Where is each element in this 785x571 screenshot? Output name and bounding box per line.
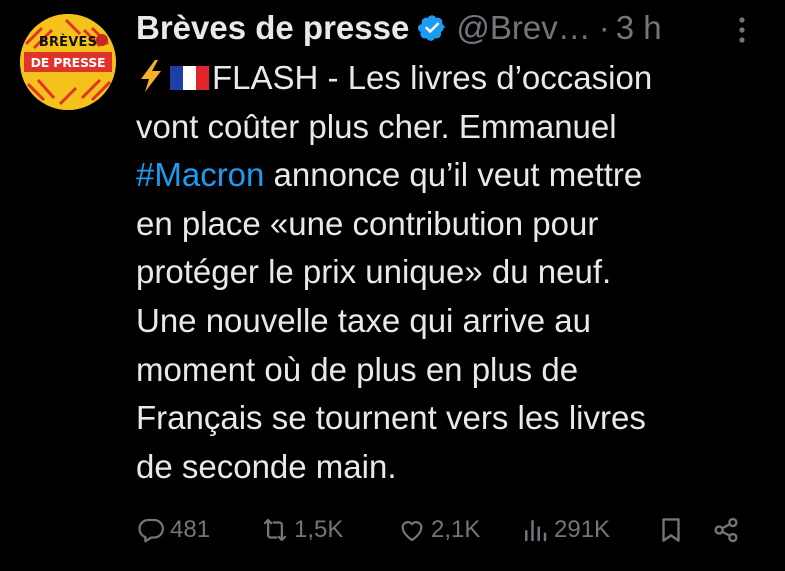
repost-button[interactable]: 1,5K xyxy=(260,506,343,554)
tweet-line-6: Une nouvelle taxe qui arrive au xyxy=(136,301,591,339)
separator-dot: · xyxy=(598,9,610,46)
tweet-line-3: #Macron annonce qu’il veut mettre xyxy=(136,151,776,200)
tweet-line-7: moment où de plus en plus de xyxy=(136,350,579,388)
views-button[interactable]: 291K xyxy=(520,506,610,554)
author-handle[interactable]: @Brev… xyxy=(456,9,590,47)
repost-count: 1,5K xyxy=(294,516,344,543)
tweet-line-1-text: FLASH - Les livres d’occasion xyxy=(212,59,653,96)
tweet[interactable]: BRÈVES DE PRESSE Brèves de presse @Brev…… xyxy=(0,0,785,571)
more-options-button[interactable] xyxy=(734,12,750,48)
share-button[interactable] xyxy=(711,506,741,554)
action-bar: 481 1,5K 2,1K 291K xyxy=(0,506,785,554)
tweet-header: Brèves de presse @Brev… · 3 h xyxy=(136,6,756,50)
tweet-text: FLASH - Les livres d’occasion vont coûte… xyxy=(136,54,776,491)
bookmark-button[interactable] xyxy=(656,506,686,554)
tweet-line-4: en place «une contribution pour xyxy=(136,204,599,242)
avatar-text-bottom: DE PRESSE xyxy=(30,55,106,70)
lightning-emoji xyxy=(141,60,161,92)
reply-icon xyxy=(138,518,164,543)
views-chart-icon xyxy=(525,520,547,542)
view-count: 291K xyxy=(554,516,611,543)
tweet-line-3-text: annonce qu’il veut mettre xyxy=(264,156,643,194)
verified-badge-icon[interactable] xyxy=(417,13,447,43)
avatar-text-top: BRÈVES xyxy=(38,35,98,50)
tweet-line-9: de seconde main. xyxy=(136,447,397,485)
reply-button[interactable]: 481 xyxy=(136,506,210,554)
reply-count: 481 xyxy=(170,516,211,543)
timestamp[interactable]: 3 h xyxy=(616,9,662,47)
heart-icon xyxy=(401,521,423,542)
tweet-line-2: vont coûter plus cher. Emmanuel xyxy=(136,107,617,145)
more-vertical-icon xyxy=(739,17,745,43)
like-button[interactable]: 2,1K xyxy=(397,506,480,554)
france-flag-emoji xyxy=(170,66,209,90)
share-icon xyxy=(714,517,738,543)
tweet-line-1: FLASH - Les livres d’occasion xyxy=(136,54,776,103)
repost-icon xyxy=(263,518,287,542)
tweet-line-5: protéger le prix unique» du neuf. xyxy=(136,253,612,291)
like-count: 2,1K xyxy=(431,516,481,543)
hashtag-link[interactable]: #Macron xyxy=(136,156,264,193)
tweet-line-8: Français se tournent vers les livres xyxy=(136,399,646,437)
bookmark-icon xyxy=(662,518,680,542)
avatar[interactable]: BRÈVES DE PRESSE xyxy=(20,14,116,110)
author-name[interactable]: Brèves de presse xyxy=(136,9,409,47)
